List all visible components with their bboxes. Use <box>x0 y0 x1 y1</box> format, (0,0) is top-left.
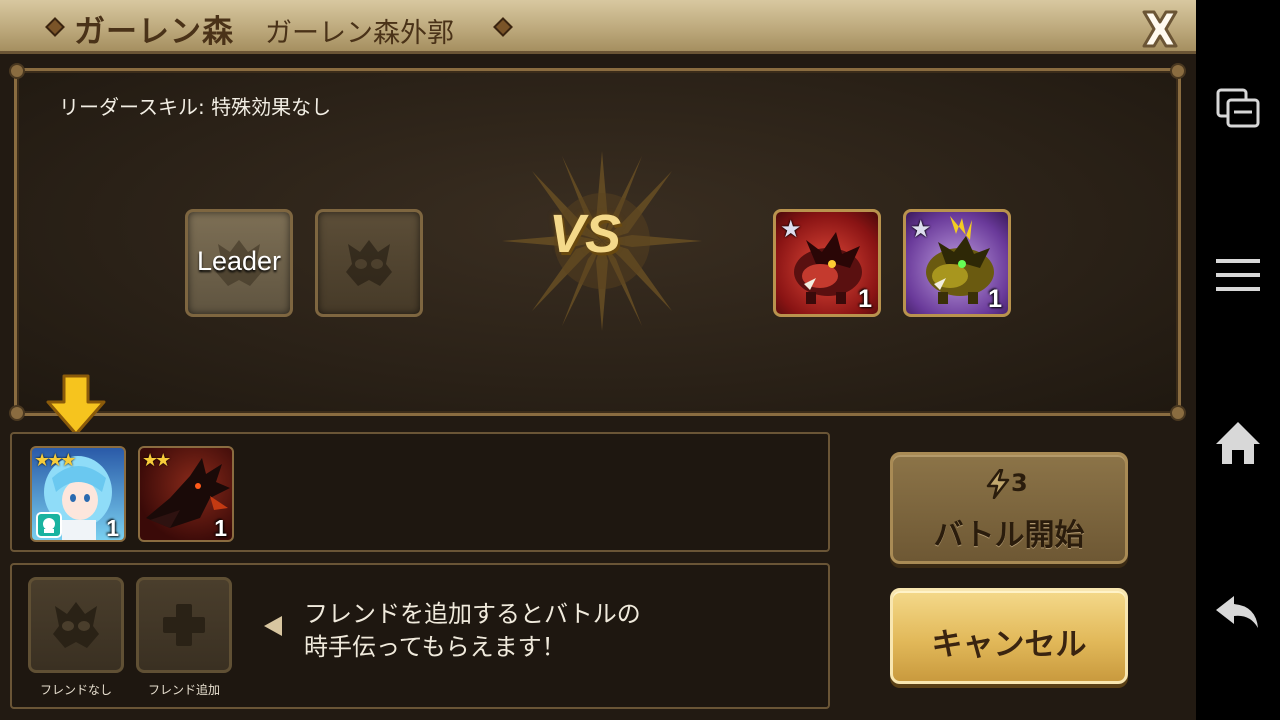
monster-level: 1 <box>106 515 119 541</box>
ally-slot[interactable] <box>315 209 423 317</box>
monster-stars: ★★★ <box>34 450 76 471</box>
pointer-left-icon <box>264 616 282 636</box>
star-icon: ★ <box>910 215 932 243</box>
monster-card-water-fairy[interactable]: ★★★ 1 <box>30 446 126 542</box>
no-friend-label: フレンドなし <box>39 683 112 697</box>
monster-silhouette-icon <box>346 240 392 286</box>
panel-corner <box>9 63 25 79</box>
vs-label: VS <box>549 204 622 264</box>
menu-icon[interactable] <box>1212 250 1264 302</box>
battle-preview-panel: リーダースキル: 特殊効果なし Leader VS ★ 1 ★ 1 <box>9 63 1186 421</box>
close-icon <box>1142 10 1178 48</box>
panel-corner <box>1170 405 1186 421</box>
enemy-card-yellow-boar[interactable]: ★ 1 <box>903 209 1011 317</box>
back-icon[interactable] <box>1212 586 1264 638</box>
enemy-card-red-boar[interactable]: ★ 1 <box>773 209 881 317</box>
title-bar: ガーレン森 ガーレン森外郭 <box>0 0 1196 54</box>
arrow-down-icon <box>46 374 106 436</box>
plus-icon <box>163 604 205 646</box>
close-button[interactable] <box>1138 8 1182 50</box>
leader-label: Leader <box>196 246 282 276</box>
start-battle-label: バトル開始 <box>933 518 1085 553</box>
title-ornament-left <box>45 17 65 37</box>
panel-corner <box>9 405 25 421</box>
panel-corner <box>1170 63 1186 79</box>
friend-hint-text: フレンドを追加するとバトルの 時手伝ってもらえます！ <box>304 600 641 661</box>
monster-level: 1 <box>214 515 227 541</box>
monster-silhouette-icon <box>53 602 99 648</box>
stage-title: ガーレン森外郭 <box>265 18 454 49</box>
enemy-level: 1 <box>858 285 872 313</box>
start-battle-button[interactable]: 3 バトル開始 <box>890 452 1128 564</box>
monster-list: ★★★ 1 ★★ 1 <box>10 432 830 552</box>
title-ornament-right <box>493 17 513 37</box>
monster-stars: ★★ <box>142 450 171 471</box>
area-title: ガーレン森 <box>74 14 234 50</box>
leader-slot[interactable]: Leader <box>185 209 293 317</box>
star-icon: ★ <box>780 215 802 243</box>
lightning-icon <box>986 468 1010 500</box>
monster-card-dark-dragon[interactable]: ★★ 1 <box>138 446 234 542</box>
no-friend-slot[interactable] <box>28 577 124 673</box>
energy-cost-value: 3 <box>1011 469 1028 497</box>
recent-apps-icon[interactable] <box>1212 82 1264 134</box>
leader-skill-badge-icon <box>36 512 62 538</box>
enemy-level: 1 <box>988 285 1002 313</box>
cancel-button[interactable]: キャンセル <box>890 588 1128 684</box>
add-friend-label: フレンド追加 <box>147 683 220 697</box>
vs-emblem: VS <box>502 151 702 331</box>
add-friend-slot[interactable] <box>136 577 232 673</box>
energy-cost: 3 <box>985 468 1028 500</box>
home-icon[interactable] <box>1212 418 1264 470</box>
leader-skill-text: リーダースキル: 特殊効果なし <box>59 95 332 119</box>
cancel-label: キャンセル <box>931 627 1087 663</box>
game-screen: ガーレン森 ガーレン森外郭 リーダースキル: 特殊効果なし Leader VS … <box>0 0 1196 720</box>
friend-panel: フレンドなし フレンド追加 フレンドを追加するとバトルの 時手伝ってもらえます！ <box>10 563 830 709</box>
